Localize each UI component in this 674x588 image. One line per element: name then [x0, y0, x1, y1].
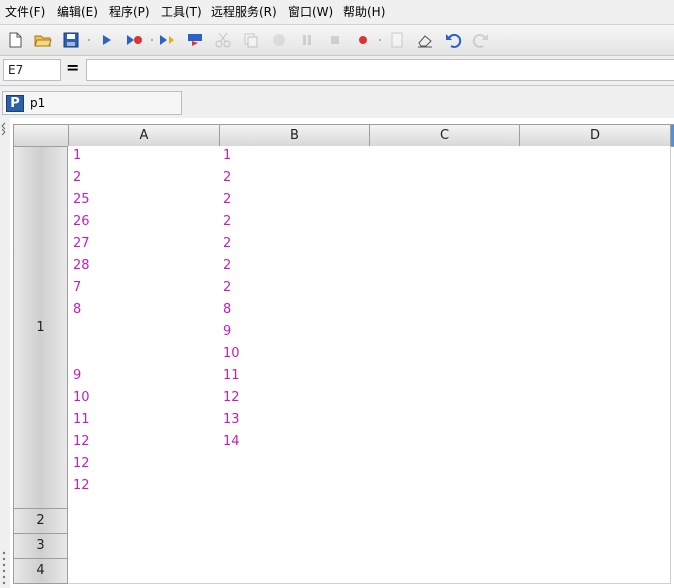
run-to-breakpoint-icon[interactable] [125, 31, 143, 49]
sheet-tab-p1[interactable]: P p1 [2, 91, 182, 115]
stop-icon[interactable] [326, 31, 344, 49]
cell-a4[interactable] [68, 558, 220, 584]
cell-a3[interactable] [68, 533, 220, 559]
undo-icon[interactable] [444, 31, 462, 49]
cell-a1-line: 2 [73, 170, 82, 185]
cell-a1-line: 10 [73, 390, 90, 405]
row-header-3[interactable]: 3 [13, 533, 68, 559]
column-header-a[interactable]: A [68, 124, 220, 147]
cell-b1-line: 2 [223, 236, 232, 251]
cell-b2[interactable] [219, 508, 370, 534]
record-icon[interactable] [354, 31, 372, 49]
formula-bar: E7 = [0, 56, 674, 86]
cell-a1-line: 7 [73, 280, 82, 295]
cell-b1-line: 10 [223, 346, 240, 361]
cell-a1-line: 1 [73, 148, 82, 163]
cell-b1-line: 2 [223, 280, 232, 295]
row-header-4[interactable]: 4 [13, 558, 68, 584]
stop-circle-icon[interactable] [270, 31, 288, 49]
column-header-b[interactable]: B [219, 124, 370, 147]
menu-bar: 文件(F) 编辑(E) 程序(P) 工具(T) 远程服务(R) 窗口(W) 帮助… [0, 0, 674, 22]
new-file-icon[interactable] [6, 31, 24, 49]
formula-input[interactable] [86, 59, 674, 81]
cell-c4[interactable] [369, 558, 520, 584]
toolbar-separator [379, 39, 381, 41]
cell-b1-line: 12 [223, 390, 240, 405]
menu-remote-service[interactable]: 远程服务(R) [211, 3, 277, 20]
menu-file[interactable]: 文件(F) [5, 3, 45, 20]
equals-sign: = [66, 58, 80, 77]
cell-a1-line: 11 [73, 412, 90, 427]
save-icon[interactable] [62, 31, 80, 49]
row-header-1[interactable]: 1 [13, 146, 68, 509]
cell-b1-line: 2 [223, 258, 232, 273]
splitter-handle[interactable] [0, 118, 10, 588]
open-folder-icon[interactable] [34, 31, 52, 49]
eraser-icon[interactable] [416, 31, 434, 49]
cell-a1-line: 12 [73, 434, 90, 449]
cell-a1-line: 28 [73, 258, 90, 273]
cell-b1-line: 13 [223, 412, 240, 427]
page-icon[interactable] [388, 31, 406, 49]
corner-header[interactable] [13, 124, 69, 147]
cell-a2[interactable] [68, 508, 220, 534]
menu-tools[interactable]: 工具(T) [161, 3, 202, 20]
run-icon[interactable] [97, 31, 115, 49]
redo-icon[interactable] [472, 31, 490, 49]
column-header-e[interactable] [670, 124, 674, 147]
column-header-d[interactable]: D [519, 124, 671, 147]
cell-c1[interactable] [369, 146, 520, 509]
program-icon: P [6, 95, 24, 112]
cell-b3[interactable] [219, 533, 370, 559]
cell-b4[interactable] [219, 558, 370, 584]
step-run-icon[interactable] [158, 31, 176, 49]
cell-a1-line: 9 [73, 368, 82, 383]
menu-window[interactable]: 窗口(W) [288, 3, 333, 20]
cell-d1[interactable] [519, 146, 671, 509]
cell-b1-line: 2 [223, 170, 232, 185]
column-header-c[interactable]: C [369, 124, 520, 147]
sheet-tab-label: p1 [30, 96, 46, 110]
menu-edit[interactable]: 编辑(E) [57, 3, 98, 20]
cell-a1-line: 8 [73, 302, 82, 317]
cell-a1-line: 27 [73, 236, 90, 251]
cut-icon[interactable] [214, 31, 232, 49]
cell-b1-line: 1 [223, 148, 232, 163]
row-header-2[interactable]: 2 [13, 508, 68, 534]
toolbar-separator [88, 39, 90, 41]
cell-c2[interactable] [369, 508, 520, 534]
cell-b1-line: 2 [223, 192, 232, 207]
cell-a1[interactable] [68, 146, 220, 509]
cell-a1-line: 12 [73, 456, 90, 471]
toolbar-separator [151, 39, 153, 41]
cell-d4[interactable] [519, 558, 671, 584]
cell-d2[interactable] [519, 508, 671, 534]
cell-a1-line: 26 [73, 214, 90, 229]
debug-step-icon[interactable] [186, 31, 204, 49]
cell-b1-line: 9 [223, 324, 232, 339]
cell-c3[interactable] [369, 533, 520, 559]
cell-reference-box[interactable]: E7 [3, 59, 61, 81]
cell-b1-line: 2 [223, 214, 232, 229]
cell-b1-line: 11 [223, 368, 240, 383]
cell-b1-line: 8 [223, 302, 232, 317]
copy-icon[interactable] [242, 31, 260, 49]
menu-program[interactable]: 程序(P) [109, 3, 150, 20]
cell-b1-line: 14 [223, 434, 240, 449]
toolbar [0, 24, 674, 56]
cell-a1-line: 25 [73, 192, 90, 207]
menu-help[interactable]: 帮助(H) [343, 3, 385, 20]
cell-b1[interactable] [219, 146, 370, 509]
pause-icon[interactable] [298, 31, 316, 49]
cell-d3[interactable] [519, 533, 671, 559]
cell-a1-line: 12 [73, 478, 90, 493]
